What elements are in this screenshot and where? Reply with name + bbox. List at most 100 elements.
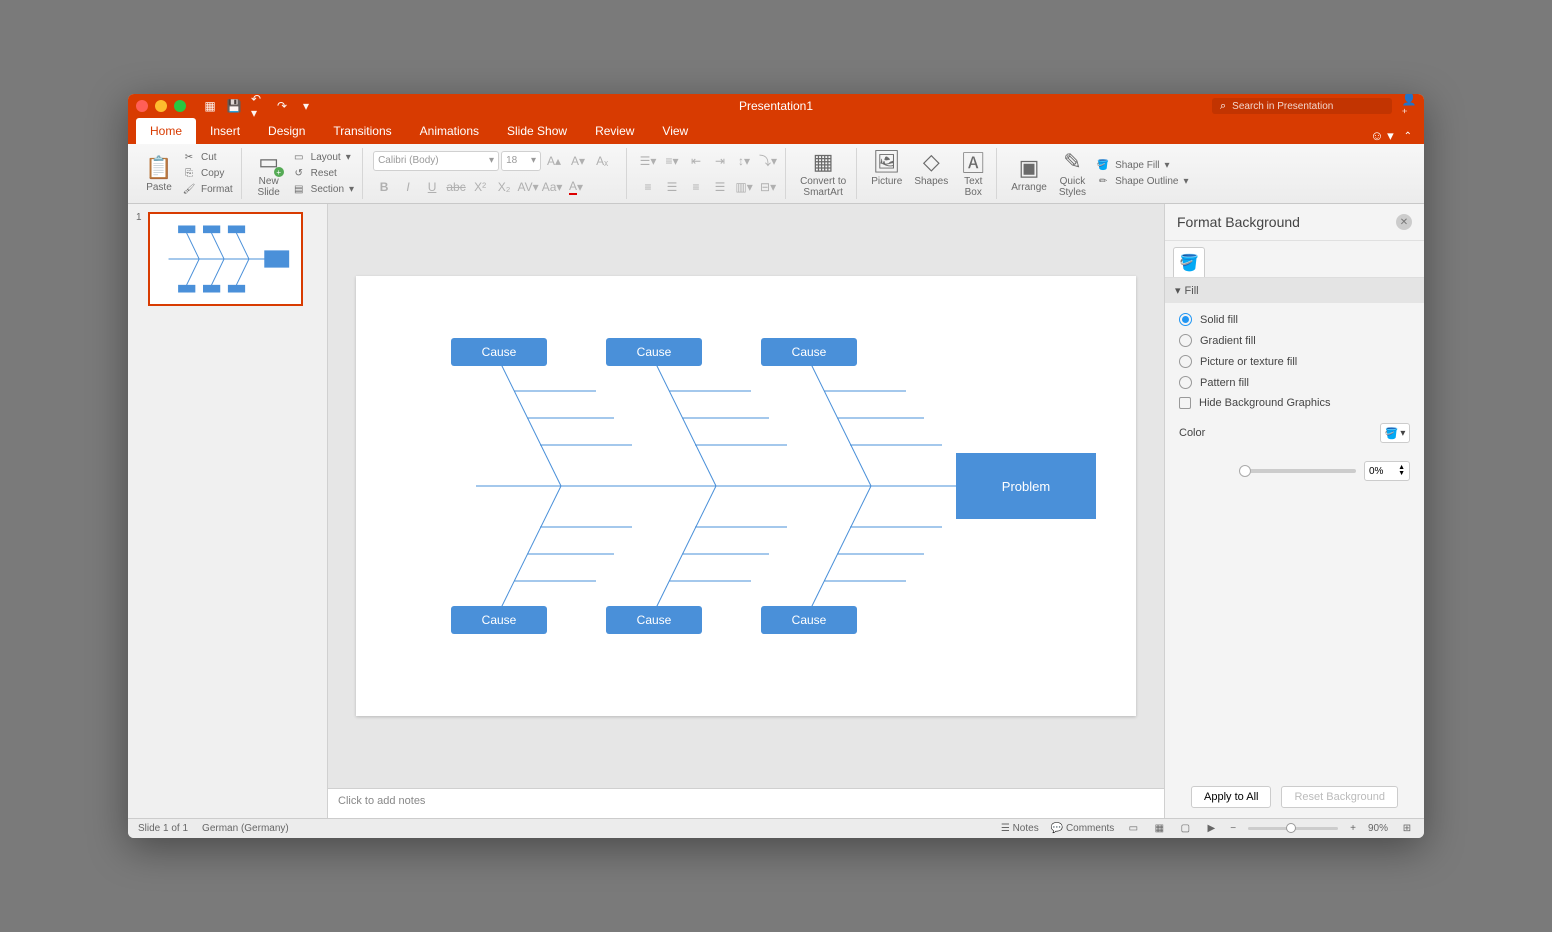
reading-view-icon[interactable]: ▢ (1178, 822, 1192, 836)
numbering-icon[interactable]: ≡▾ (661, 150, 683, 172)
increase-indent-icon[interactable]: ⇥ (709, 150, 731, 172)
align-text-icon[interactable]: ⊟▾ (757, 176, 779, 198)
cause-box-5[interactable]: Cause (606, 606, 702, 634)
font-name-select[interactable]: Calibri (Body)▾ (373, 151, 499, 171)
search-input[interactable] (1232, 101, 1384, 112)
tab-transitions[interactable]: Transitions (319, 118, 405, 144)
slide-thumbnail-1[interactable] (148, 212, 303, 306)
search-box[interactable]: ⌕ (1212, 98, 1392, 114)
language-indicator[interactable]: German (Germany) (202, 823, 289, 834)
cause-box-2[interactable]: Cause (606, 338, 702, 366)
close-pane-button[interactable]: ✕ (1396, 214, 1412, 230)
transparency-value[interactable]: 0%▲▼ (1364, 461, 1410, 481)
solid-fill-radio[interactable]: Solid fill (1179, 313, 1410, 326)
textbox-button[interactable]: 🄰Text Box (956, 147, 990, 200)
emoji-icon[interactable]: ☺ ▾ (1370, 128, 1393, 144)
notes-pane[interactable]: Click to add notes (328, 788, 1164, 818)
pattern-fill-radio[interactable]: Pattern fill (1179, 376, 1410, 389)
cause-box-6[interactable]: Cause (761, 606, 857, 634)
format-painter-button[interactable]: 🖌Format (180, 182, 235, 198)
font-color-icon[interactable]: A▾ (565, 176, 587, 198)
justify-icon[interactable]: ☰ (709, 176, 731, 198)
bold-button[interactable]: B (373, 176, 395, 198)
zoom-slider[interactable] (1248, 827, 1338, 830)
gradient-fill-radio[interactable]: Gradient fill (1179, 334, 1410, 347)
clear-formatting-icon[interactable]: Aₓ (591, 150, 613, 172)
fill-section-header[interactable]: ▾ Fill (1165, 278, 1424, 303)
tab-view[interactable]: View (648, 118, 702, 144)
picture-fill-radio[interactable]: Picture or texture fill (1179, 355, 1410, 368)
save-icon[interactable]: 💾 (227, 99, 241, 113)
slide-canvas[interactable]: Cause Cause Cause Cause Cause Cause Prob… (356, 276, 1136, 716)
problem-box[interactable]: Problem (956, 453, 1096, 519)
tab-animations[interactable]: Animations (406, 118, 493, 144)
quick-styles-button[interactable]: ✎Quick Styles (1055, 147, 1090, 200)
maximize-window-button[interactable] (174, 100, 186, 112)
slideshow-view-icon[interactable]: ▶ (1204, 822, 1218, 836)
decrease-font-icon[interactable]: A▾ (567, 150, 589, 172)
bullets-icon[interactable]: ☰▾ (637, 150, 659, 172)
zoom-level[interactable]: 90% (1368, 823, 1388, 834)
zoom-in-button[interactable]: + (1350, 823, 1356, 834)
normal-view-icon[interactable]: ▭ (1126, 822, 1140, 836)
tab-review[interactable]: Review (581, 118, 648, 144)
cut-button[interactable]: ✂Cut (180, 150, 235, 166)
align-right-icon[interactable]: ≡ (685, 176, 707, 198)
columns-icon[interactable]: ▥▾ (733, 176, 755, 198)
align-center-icon[interactable]: ☰ (661, 176, 683, 198)
new-slide-button[interactable]: ▭+ New Slide (252, 147, 286, 200)
cause-box-3[interactable]: Cause (761, 338, 857, 366)
undo-icon[interactable]: ↶ ▾ (251, 99, 265, 113)
copy-button[interactable]: ⎘Copy (180, 166, 235, 182)
reset-background-button[interactable]: Reset Background (1281, 786, 1398, 808)
section-dropdown[interactable]: ▤Section ▾ (290, 182, 356, 198)
superscript-button[interactable]: X² (469, 176, 491, 198)
layout-dropdown[interactable]: ▭Layout ▾ (290, 150, 356, 166)
redo-icon[interactable]: ↷ (275, 99, 289, 113)
underline-button[interactable]: U (421, 176, 443, 198)
share-icon[interactable]: 👤⁺ (1402, 99, 1416, 113)
shape-outline-dropdown[interactable]: ✏Shape Outline ▾ (1094, 174, 1190, 190)
text-direction-icon[interactable]: ⤵▾ (757, 150, 779, 172)
reset-button[interactable]: ↺Reset (290, 166, 356, 182)
italic-button[interactable]: I (397, 176, 419, 198)
character-spacing-icon[interactable]: AV▾ (517, 176, 539, 198)
font-size-select[interactable]: 18▾ (501, 151, 541, 171)
comments-toggle[interactable]: 💬 Comments (1051, 823, 1115, 834)
arrange-button[interactable]: ▣Arrange (1007, 153, 1051, 195)
subscript-button[interactable]: X₂ (493, 176, 515, 198)
minimize-window-button[interactable] (155, 100, 167, 112)
shape-fill-dropdown[interactable]: 🪣Shape Fill ▾ (1094, 158, 1190, 174)
zoom-out-button[interactable]: − (1230, 823, 1236, 834)
fill-tab[interactable]: 🪣 (1173, 247, 1205, 277)
close-window-button[interactable] (136, 100, 148, 112)
apply-to-all-button[interactable]: Apply to All (1191, 786, 1271, 808)
picture-button[interactable]: 🖼Picture (867, 147, 906, 200)
fit-to-window-icon[interactable]: ⊞ (1400, 822, 1414, 836)
color-picker-button[interactable]: 🪣▾ (1380, 423, 1410, 443)
collapse-ribbon-icon[interactable]: ⌃ (1404, 131, 1412, 142)
increase-font-icon[interactable]: A▴ (543, 150, 565, 172)
notes-toggle[interactable]: ☰ Notes (1001, 823, 1039, 834)
search-icon: ⌕ (1220, 100, 1226, 113)
tab-design[interactable]: Design (254, 118, 319, 144)
cause-box-1[interactable]: Cause (451, 338, 547, 366)
change-case-icon[interactable]: Aa▾ (541, 176, 563, 198)
smartart-button[interactable]: ▦ Convert to SmartArt (796, 147, 850, 200)
align-left-icon[interactable]: ≡ (637, 176, 659, 198)
bucket-icon: 🪣 (1179, 253, 1199, 273)
hide-bg-checkbox[interactable]: Hide Background Graphics (1179, 397, 1410, 409)
qat-customize-icon[interactable]: ▾ (299, 99, 313, 113)
sorter-view-icon[interactable]: ▦ (1152, 822, 1166, 836)
tab-insert[interactable]: Insert (196, 118, 254, 144)
decrease-indent-icon[interactable]: ⇤ (685, 150, 707, 172)
cause-box-4[interactable]: Cause (451, 606, 547, 634)
autosave-icon[interactable]: ▦ (203, 99, 217, 113)
strike-button[interactable]: abc (445, 176, 467, 198)
tab-home[interactable]: Home (136, 118, 196, 144)
paste-button[interactable]: 📋 Paste (142, 153, 176, 195)
tab-slideshow[interactable]: Slide Show (493, 118, 581, 144)
transparency-slider[interactable] (1239, 469, 1356, 473)
shapes-button[interactable]: ◇Shapes (910, 147, 952, 200)
line-spacing-icon[interactable]: ↕▾ (733, 150, 755, 172)
